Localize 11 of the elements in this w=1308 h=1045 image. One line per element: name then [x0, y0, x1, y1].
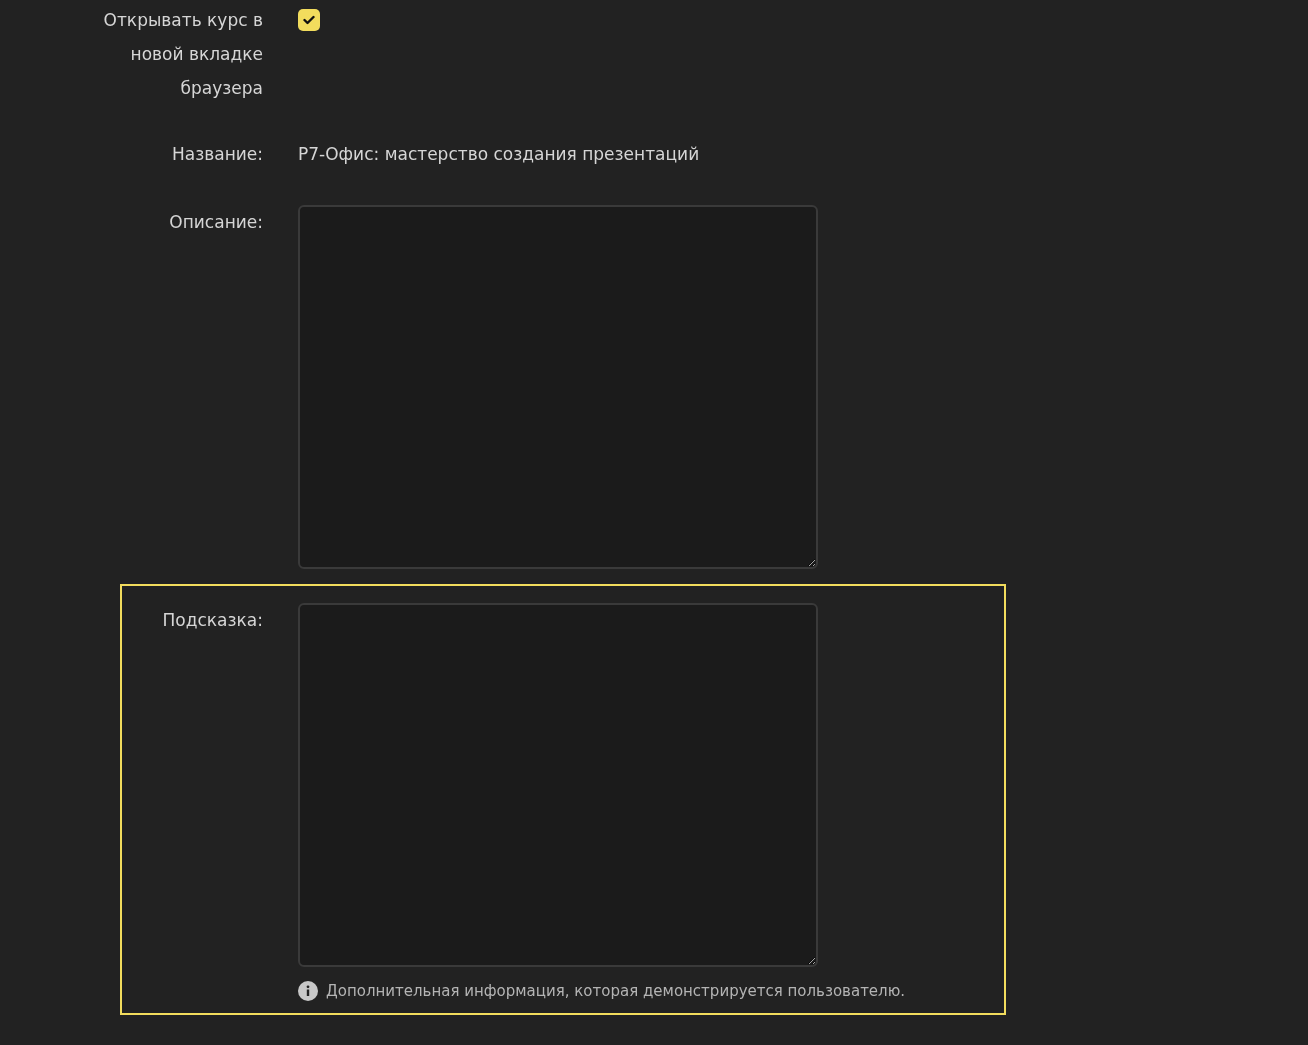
description-field[interactable] — [298, 205, 818, 569]
field-value: Р7-Офис: мастерство создания презентаций — [298, 143, 701, 166]
field-label: Открывать курс в новой вкладке браузера — [102, 9, 263, 100]
info-icon — [298, 981, 318, 1001]
field-label: Подсказка: — [162, 609, 263, 632]
checkmark-icon — [303, 15, 315, 25]
field-label: Название: — [171, 143, 263, 166]
field-label: Описание: — [169, 211, 263, 234]
hint-field[interactable] — [298, 603, 818, 967]
help-text: Дополнительная информация, которая демонстрируется пользователю. — [326, 982, 906, 1000]
checkbox[interactable] — [298, 9, 320, 31]
